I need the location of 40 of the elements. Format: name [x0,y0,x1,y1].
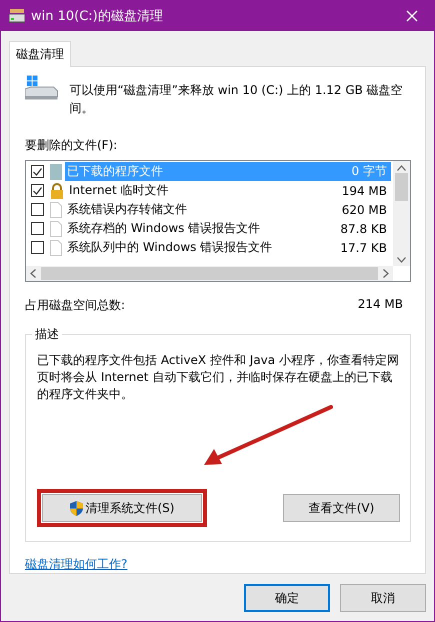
file-row[interactable]: 系统队列中的 Windows 错误报告文件 17.7 KB [65,238,391,257]
action-button[interactable]: 清理系统文件(S) [42,494,202,522]
help-link[interactable]: 磁盘清理如何工作? [25,556,128,573]
drive-icon [25,75,58,101]
tab[interactable]: 磁盘清理 [9,41,71,67]
horizontal-scrollbar[interactable] [26,266,393,281]
lock-icon [50,182,64,198]
intro-text: 可以使用“磁盘清理”来释放 win 10 (C:) 上的 1.12 GB 磁盘空间。 [70,82,404,117]
file-icon [50,240,62,256]
window-title: win 10(C:)的磁盘清理 [31,8,164,24]
dialog-button[interactable]: 确定 [244,584,330,612]
checkbox[interactable] [31,241,44,254]
dialog-button[interactable]: 取消 [340,584,426,612]
scroll-thumb[interactable] [395,173,408,201]
checkbox[interactable] [31,184,44,197]
scroll-down-icon[interactable] [397,257,406,263]
vertical-scrollbar[interactable] [393,161,410,266]
file-icon [50,220,62,236]
checkbox[interactable] [31,222,44,235]
check-icon [33,186,42,194]
scroll-right-icon[interactable] [383,269,389,278]
close-icon [406,10,418,22]
file-row[interactable]: 系统存档的 Windows 错误报告文件 87.8 KB [65,219,391,238]
file-icon [50,202,62,218]
file-row[interactable]: Internet 临时文件 194 MB [67,181,391,200]
scroll-left-icon[interactable] [30,269,36,278]
scroll-thumb[interactable] [41,267,378,280]
description-text: 已下载的程序文件包括 ActiveX 控件和 Java 小程序，你查看特定网页时将会从 Internet 自动下载它们，并临时保存在硬盘上的已下载的程序文件夹中。 [37,352,400,403]
checkbox[interactable] [31,203,44,216]
check-icon [33,168,42,176]
file-row[interactable]: 系统错误内存转储文件 620 MB [65,200,391,219]
checkbox[interactable] [31,165,44,178]
scroll-up-icon[interactable] [397,165,406,171]
disk-cleanup-icon [9,8,25,22]
total-label: 占用磁盘空间总数: [25,297,126,314]
action-button[interactable]: 查看文件(V) [283,494,400,522]
files-label: 要删除的文件(F): [25,137,118,154]
total-value: 214 MB [358,297,403,313]
shield-icon [70,500,82,516]
group-title: 描述 [32,326,62,343]
